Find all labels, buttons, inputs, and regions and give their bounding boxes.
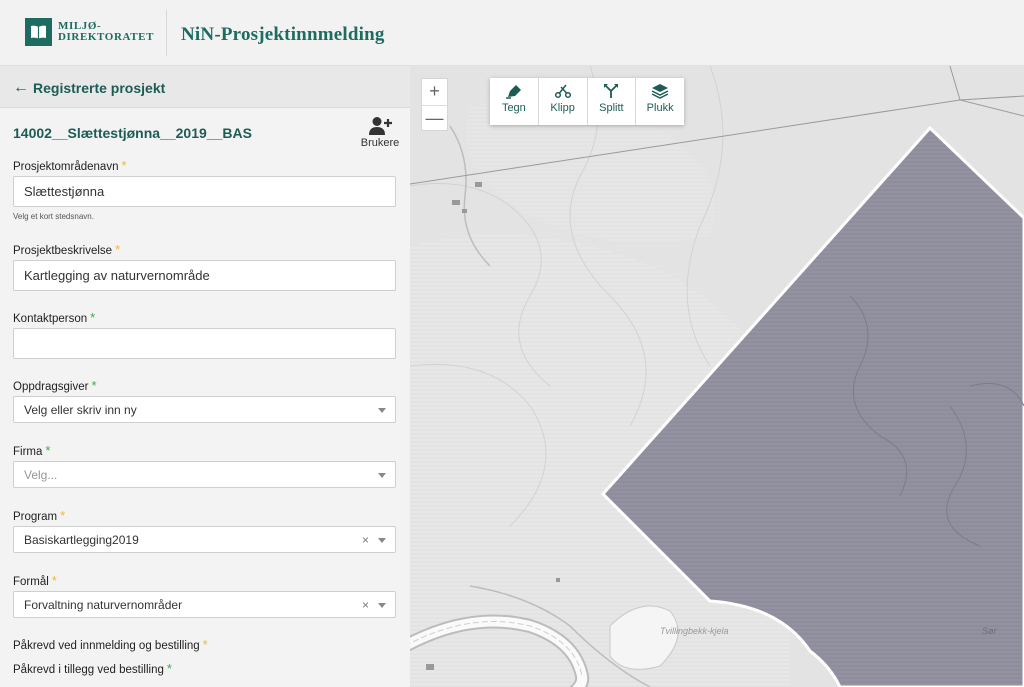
project-title: 14002__Slættestjønna__2019__BAS <box>13 125 252 141</box>
client-label: Oppdragsgiver * <box>13 378 97 393</box>
legend-required-registration-text: Påkrevd ved innmelding og bestilling <box>13 640 200 652</box>
program-value: Basiskartlegging2019 <box>24 532 139 547</box>
area-name-input[interactable]: Slættestjønna <box>13 176 396 207</box>
logo-line-2: DIREKTORATET <box>58 31 155 43</box>
area-name-hint: Velg et kort stedsnavn. <box>13 212 94 221</box>
back-to-projects-link[interactable]: ← Registrerte prosjekt <box>13 79 166 97</box>
zoom-in-button[interactable]: + <box>422 79 447 105</box>
required-asterisk: * <box>91 378 97 393</box>
client-select[interactable]: Velg eller skriv inn ny <box>13 396 396 423</box>
area-name-label: Prosjektområdenavn * <box>13 158 127 173</box>
required-asterisk: * <box>45 443 51 458</box>
book-icon <box>25 18 52 46</box>
pick-tool-label: Plukk <box>646 102 674 114</box>
required-asterisk: * <box>51 573 57 588</box>
description-label-text: Prosjektbeskrivelse <box>13 245 113 257</box>
area-name-value: Slættestjønna <box>24 184 105 199</box>
company-label-text: Firma <box>13 446 43 458</box>
required-asterisk: * <box>166 661 172 676</box>
program-label: Program * <box>13 508 65 523</box>
chevron-down-icon[interactable] <box>378 538 386 543</box>
app-title: NiN-Prosjektinnmelding <box>181 24 385 45</box>
purpose-label-text: Formål <box>13 576 49 588</box>
contact-label-text: Kontaktperson <box>13 313 88 325</box>
draw-tool-label: Tegn <box>501 102 526 114</box>
program-select[interactable]: Basiskartlegging2019 × <box>13 526 396 553</box>
split-tool-button[interactable]: Splitt <box>588 78 637 125</box>
pen-icon <box>505 85 521 99</box>
header-divider <box>166 10 167 56</box>
clip-tool-label: Klipp <box>550 102 575 114</box>
required-asterisk: * <box>202 637 208 652</box>
description-label: Prosjektbeskrivelse * <box>13 242 120 257</box>
area-name-label-text: Prosjektområdenavn <box>13 161 119 173</box>
add-user-icon <box>369 117 392 135</box>
required-asterisk: * <box>60 508 66 523</box>
client-value: Velg eller skriv inn ny <box>24 402 137 417</box>
app-header: MILJØ- DIREKTORATET NiN-Prosjektinnmeldi… <box>0 0 1024 66</box>
scissors-icon <box>554 84 571 99</box>
users-button-label: Brukere <box>360 137 400 149</box>
purpose-select[interactable]: Forvaltning naturvernområder × <box>13 591 396 618</box>
arrow-left-icon: ← <box>13 79 29 96</box>
purpose-value: Forvaltning naturvernområder <box>24 597 183 612</box>
place-name-label: Tvillingbekk-kjela <box>660 626 729 636</box>
clip-tool-button[interactable]: Klipp <box>539 78 588 125</box>
contact-input[interactable] <box>13 328 396 359</box>
project-form-panel: ← Registrerte prosjekt 14002__Slættestjø… <box>0 66 410 687</box>
required-asterisk: * <box>121 158 127 173</box>
map-corner-label: Sør <box>982 626 997 636</box>
back-bar: ← Registrerte prosjekt <box>0 66 410 108</box>
contact-label: Kontaktperson * <box>13 310 95 325</box>
chevron-down-icon[interactable] <box>378 408 386 413</box>
map-canvas[interactable] <box>410 66 1024 687</box>
legend-required-ordering-text: Påkrevd i tillegg ved bestilling <box>13 664 164 676</box>
company-select[interactable]: Velg... <box>13 461 396 488</box>
legend-required-ordering: Påkrevd i tillegg ved bestilling * <box>13 661 172 676</box>
description-value: Kartlegging av naturvernområde <box>24 268 210 283</box>
required-asterisk: * <box>115 242 121 257</box>
description-input[interactable]: Kartlegging av naturvernområde <box>13 260 396 291</box>
required-asterisk: * <box>90 310 96 325</box>
pick-tool-button[interactable]: Plukk <box>636 78 684 125</box>
program-label-text: Program <box>13 511 58 523</box>
miljodirektoratet-logo[interactable]: MILJØ- DIREKTORATET <box>25 18 154 46</box>
zoom-out-button[interactable]: — <box>422 105 447 131</box>
users-button[interactable]: Brukere <box>358 116 402 152</box>
clear-icon[interactable]: × <box>362 598 369 612</box>
zoom-control: + — <box>421 78 448 131</box>
split-tool-label: Splitt <box>599 102 624 114</box>
client-label-text: Oppdragsgiver <box>13 381 89 393</box>
purpose-label: Formål * <box>13 573 57 588</box>
split-icon <box>604 84 619 98</box>
edit-toolbar: Tegn Klipp Splitt Plukk <box>490 78 684 125</box>
clear-icon[interactable]: × <box>362 533 369 547</box>
chevron-down-icon[interactable] <box>378 473 386 478</box>
back-link-label: Registrerte prosjekt <box>33 80 166 96</box>
company-label: Firma * <box>13 443 50 458</box>
chevron-down-icon[interactable] <box>378 603 386 608</box>
draw-tool-button[interactable]: Tegn <box>490 78 539 125</box>
map-view[interactable]: + — Tegn Klipp Splitt Plukk Tvillingbekk… <box>410 66 1024 687</box>
legend-required-registration: Påkrevd ved innmelding og bestilling * <box>13 637 208 652</box>
company-placeholder: Velg... <box>24 467 58 482</box>
layers-icon <box>651 84 669 99</box>
